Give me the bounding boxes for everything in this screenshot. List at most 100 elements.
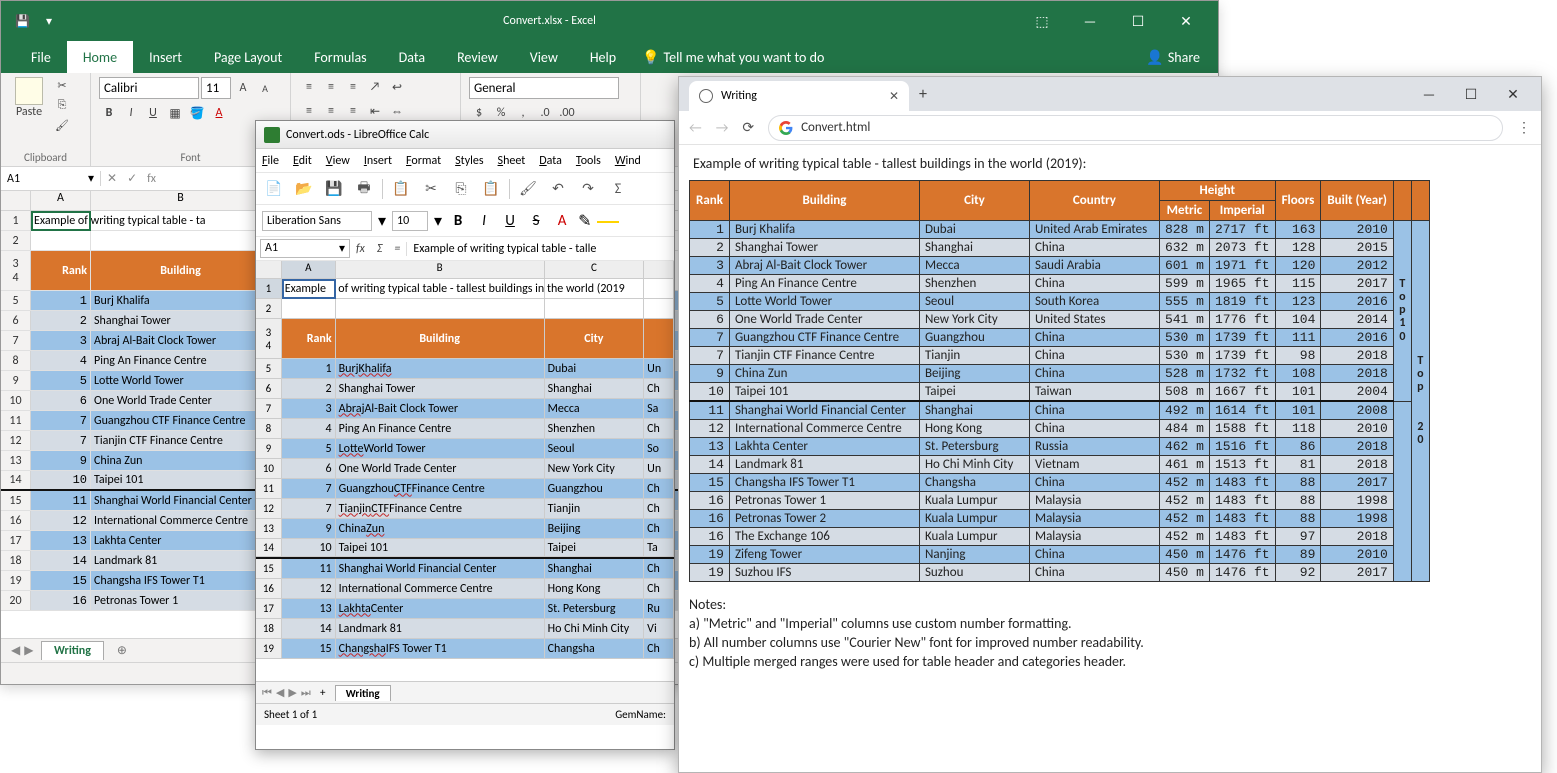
lo-font-size[interactable] bbox=[392, 211, 428, 231]
sheet-tab-writing[interactable]: Writing bbox=[41, 641, 104, 660]
cut-icon[interactable]: ✂ bbox=[53, 77, 71, 93]
lo-font-name[interactable] bbox=[262, 211, 372, 231]
chevron-down-icon[interactable]: ▾ bbox=[378, 211, 386, 231]
lo-menu-view[interactable]: View bbox=[326, 154, 350, 168]
bold-button[interactable]: B bbox=[99, 103, 119, 123]
add-sheet-button[interactable]: ⊕ bbox=[112, 641, 132, 661]
font-name-select[interactable] bbox=[99, 77, 199, 99]
lo-nav-first-icon[interactable]: ⏮ bbox=[262, 686, 272, 700]
shrink-font-icon[interactable]: A bbox=[255, 78, 275, 98]
wrap-text-icon[interactable]: ↩ bbox=[387, 77, 407, 97]
align-bottom-icon[interactable]: ≡ bbox=[343, 77, 363, 97]
enter-icon[interactable]: ✓ bbox=[127, 171, 137, 186]
lo-sigma-icon[interactable]: Σ bbox=[371, 242, 389, 256]
close-tab-icon[interactable]: ✕ bbox=[889, 89, 899, 104]
address-bar[interactable]: Convert.html bbox=[768, 115, 1503, 141]
lo-formula-input[interactable]: Example of writing typical table - talle bbox=[406, 242, 674, 256]
lo-menu-data[interactable]: Data bbox=[539, 154, 562, 168]
align-left-icon[interactable]: ≡ bbox=[299, 101, 319, 121]
close-icon[interactable]: ✕ bbox=[1166, 13, 1206, 30]
tab-data[interactable]: Data bbox=[383, 41, 441, 73]
fx-icon[interactable]: fx bbox=[147, 172, 156, 186]
lo-menu-styles[interactable]: Styles bbox=[455, 154, 483, 168]
sheet-nav-next-icon[interactable]: ▶ bbox=[24, 643, 33, 658]
lo-toolbar-icon-4[interactable]: 📋 bbox=[389, 177, 413, 201]
lo-strike-button[interactable]: S bbox=[526, 211, 546, 231]
lo-eq-icon[interactable]: = bbox=[388, 242, 406, 256]
reload-button[interactable]: ⟳ bbox=[742, 119, 754, 136]
lo-nav-prev-icon[interactable]: ◀ bbox=[276, 686, 284, 700]
lo-italic-button[interactable]: I bbox=[474, 211, 494, 231]
maximize-icon[interactable]: ☐ bbox=[1118, 13, 1158, 30]
ribbon-display-options-icon[interactable]: ⬚ bbox=[1022, 13, 1062, 30]
lo-menu-sheet[interactable]: Sheet bbox=[498, 154, 526, 168]
align-center-icon[interactable]: ≡ bbox=[321, 101, 341, 121]
lo-menu-edit[interactable]: Edit bbox=[293, 154, 312, 168]
lo-fx-icon[interactable]: fx bbox=[350, 242, 371, 256]
chevron-down-icon[interactable]: ▾ bbox=[434, 211, 442, 231]
lo-toolbar-icon-6[interactable]: ⎘ bbox=[449, 177, 473, 201]
number-format-select[interactable] bbox=[469, 77, 619, 99]
tell-me-search[interactable]: 💡 Tell me what you want to do bbox=[642, 49, 824, 66]
menu-icon[interactable]: ⋮ bbox=[1517, 119, 1531, 136]
lo-nav-last-icon[interactable]: ⏭ bbox=[301, 686, 311, 700]
grow-font-icon[interactable]: A bbox=[233, 78, 253, 98]
lo-toolbar-icon-9[interactable]: ↶ bbox=[546, 177, 570, 201]
lo-underline-button[interactable]: U bbox=[500, 211, 520, 231]
tab-help[interactable]: Help bbox=[574, 41, 632, 73]
qat-customize-icon[interactable]: ▾ bbox=[46, 14, 52, 29]
merge-center-icon[interactable]: ⇔ bbox=[387, 101, 407, 121]
lo-toolbar-icon-5[interactable]: ✂ bbox=[419, 177, 443, 201]
orientation-icon[interactable]: ↗ bbox=[365, 77, 385, 97]
back-button[interactable]: ← bbox=[689, 119, 702, 136]
cancel-icon[interactable]: ✕ bbox=[107, 171, 117, 186]
lo-toolbar-icon-2[interactable]: 💾 bbox=[322, 177, 346, 201]
close-icon[interactable]: ✕ bbox=[1495, 86, 1531, 103]
align-middle-icon[interactable]: ≡ bbox=[321, 77, 341, 97]
lo-toolbar-icon-10[interactable]: ↷ bbox=[576, 177, 600, 201]
tab-file[interactable]: File bbox=[15, 41, 67, 73]
lo-nav-next-icon[interactable]: ▶ bbox=[288, 686, 296, 700]
minimize-icon[interactable]: — bbox=[1070, 13, 1110, 30]
lo-menu-file[interactable]: File bbox=[262, 154, 279, 168]
font-size-select[interactable] bbox=[201, 77, 231, 99]
format-painter-icon[interactable]: 🖌 bbox=[53, 117, 71, 133]
lo-sheet-tab-writing[interactable]: Writing bbox=[335, 685, 391, 701]
decrease-indent-icon[interactable]: ⇤ bbox=[365, 101, 385, 121]
lo-toolbar-icon-7[interactable]: 📋 bbox=[479, 177, 503, 201]
lo-highlight-icon[interactable]: ✎ bbox=[578, 211, 591, 231]
tab-formulas[interactable]: Formulas bbox=[298, 41, 382, 73]
lo-menu-insert[interactable]: Insert bbox=[364, 154, 392, 168]
tab-view[interactable]: View bbox=[514, 41, 574, 73]
lo-menu-tools[interactable]: Tools bbox=[576, 154, 601, 168]
align-top-icon[interactable]: ≡ bbox=[299, 77, 319, 97]
copy-icon[interactable]: ⎘ bbox=[53, 97, 71, 113]
name-box[interactable]: A1 ▾ bbox=[1, 171, 101, 186]
lo-toolbar-icon-11[interactable]: Σ bbox=[606, 177, 630, 201]
lo-add-sheet-button[interactable]: + bbox=[315, 686, 331, 699]
tab-review[interactable]: Review bbox=[441, 41, 514, 73]
tab-page-layout[interactable]: Page Layout bbox=[198, 41, 298, 73]
lo-toolbar-icon-8[interactable]: 🖌 bbox=[516, 177, 540, 201]
lo-font-color-icon[interactable]: A bbox=[552, 211, 572, 231]
font-color-icon[interactable]: A bbox=[209, 103, 229, 123]
lo-grid[interactable]: ABC1Exampleof writing typical table - ta… bbox=[256, 261, 674, 681]
border-icon[interactable]: ▦ bbox=[165, 103, 185, 123]
lo-menu-format[interactable]: Format bbox=[406, 154, 441, 168]
tab-home[interactable]: Home bbox=[67, 41, 133, 73]
minimize-icon[interactable]: — bbox=[1411, 86, 1447, 103]
browser-tab[interactable]: Writing ✕ bbox=[689, 81, 909, 111]
align-right-icon[interactable]: ≡ bbox=[343, 101, 363, 121]
maximize-icon[interactable]: ☐ bbox=[1453, 86, 1489, 103]
share-button[interactable]: 👤 Share bbox=[1146, 49, 1200, 66]
lo-toolbar-icon-1[interactable]: 📂 bbox=[292, 177, 316, 201]
paste-button[interactable]: Paste bbox=[9, 77, 49, 119]
sheet-nav-prev-icon[interactable]: ◀ bbox=[11, 643, 20, 658]
forward-button[interactable]: → bbox=[716, 119, 729, 136]
lo-name-box[interactable]: A1 ▾ bbox=[260, 239, 350, 258]
fill-color-icon[interactable]: 🪣 bbox=[187, 103, 207, 123]
tab-insert[interactable]: Insert bbox=[133, 41, 198, 73]
underline-button[interactable]: U bbox=[143, 103, 163, 123]
lo-menu-wind[interactable]: Wind bbox=[615, 154, 641, 168]
new-tab-button[interactable]: + bbox=[909, 85, 937, 104]
